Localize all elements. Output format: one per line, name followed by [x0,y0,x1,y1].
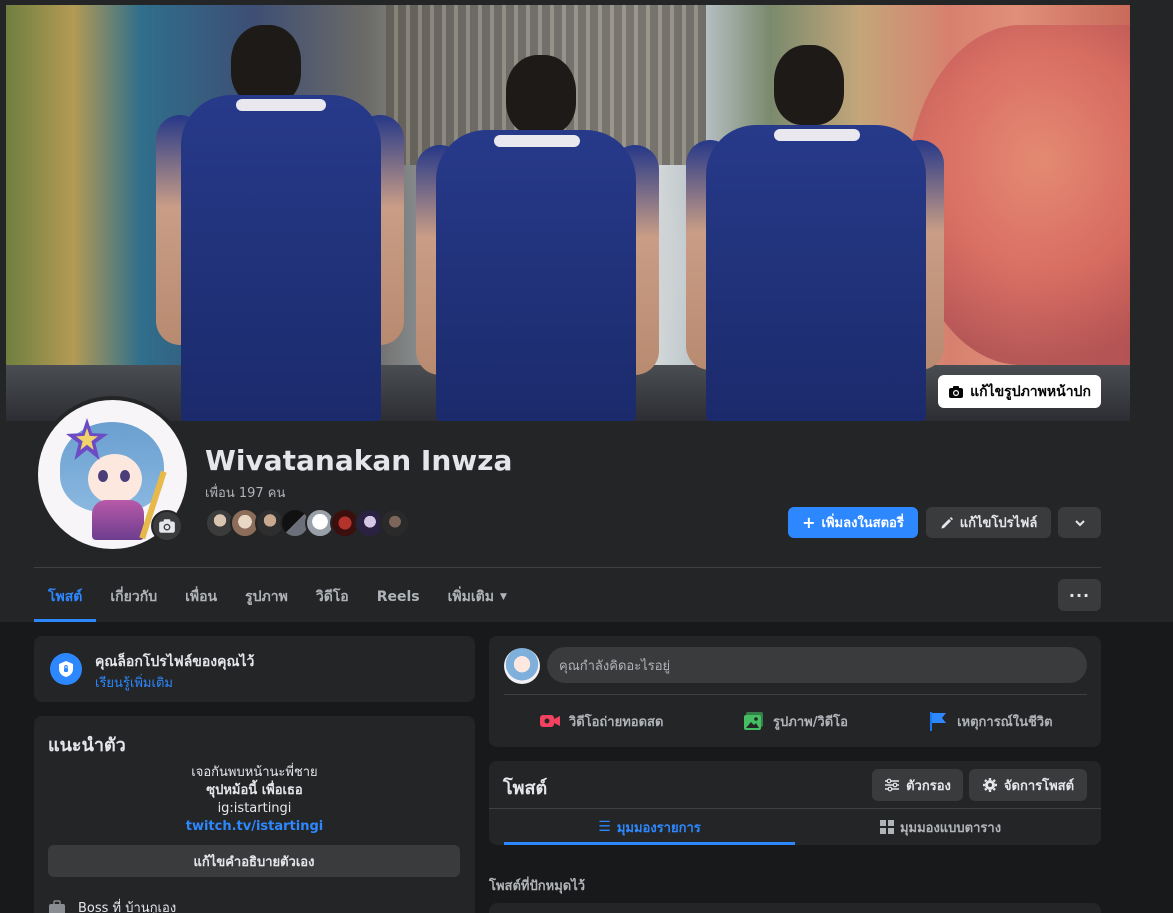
work-text: Boss ที่ บ้านกูเอง [78,901,177,913]
bio-line: ซุปหม้อนี้ เพื่อเธอ [206,783,303,798]
grid-view-label: มุมมองแบบตาราง [899,820,1002,836]
post-composer: คุณกำลังคิดอะไรอยู่ วิดีโอถ่ายทอดสด รูปภ… [489,636,1101,747]
edit-cover-photo-button[interactable]: แก้ไขรูปภาพหน้าปก [938,375,1101,408]
tab-label: วิดีโอ [315,589,349,605]
profile-name: Wivatanakan Inwza [205,444,513,477]
photo-video-label: รูปภาพ/วิดีโอ [773,714,848,730]
profile-lock-notice: คุณล็อกโปรไฟล์ของคุณไว้ เรียนรู้เพิ่มเติ… [34,636,475,702]
composer-avatar[interactable] [504,648,540,684]
edit-bio-button[interactable]: แก้ไขคำอธิบายตัวเอง [48,845,460,877]
briefcase-icon [49,899,65,913]
gear-icon [982,778,997,792]
tab-label: เพื่อน [185,589,218,605]
life-event-button[interactable]: เหตุการณ์ในชีวิต [893,703,1087,739]
intro-bio: เจอกันพบหน้านะพี่ชาย ซุปหม้อนี้ เพื่อเธอ… [48,764,461,836]
caret-down-icon: ▼ [499,592,507,602]
intro-card: แนะนำตัว เจอกันพบหน้านะพี่ชาย ซุปหม้อนี้… [34,716,475,913]
tab-label: Reels [376,589,420,605]
edit-profile-button[interactable]: แก้ไขโปรไฟล์ [926,507,1051,538]
grid-view-tab[interactable]: มุมมองแบบตาราง [795,809,1086,845]
camera-icon [159,519,175,533]
intro-work-item: Boss ที่ บ้านกูเอง [48,897,176,913]
tab-posts[interactable]: โพสต์ [34,572,97,622]
list-icon: ☰ [598,819,611,835]
profile-tabs: โพสต์ เกี่ยวกับ เพื่อน รูปภาพ วิดีโอ Ree… [34,572,521,622]
more-dots-icon: ··· [1068,585,1091,605]
tab-more[interactable]: เพิ่มเติม ▼ [434,572,521,622]
tab-reels[interactable]: Reels [363,572,434,622]
tab-friends[interactable]: เพื่อน [171,572,231,622]
posts-title: โพสต์ [503,778,548,799]
cover-person-left [156,15,416,421]
tabs-overflow-button[interactable]: ··· [1058,579,1101,611]
tab-label: รูปภาพ [245,589,288,605]
pinned-post-card [489,903,1101,913]
bio-line: เจอกันพบหน้านะพี่ชาย [191,765,318,780]
cover-person-middle [416,55,659,421]
profile-header: แก้ไขรูปภาพหน้าปก Wivatanakan Inwza เพื่… [0,0,1173,622]
composer-divider [504,694,1087,695]
life-event-label: เหตุการณ์ในชีวิต [957,714,1053,730]
profile-more-dropdown[interactable] [1058,507,1101,538]
live-video-button[interactable]: วิดีโอถ่ายทอดสด [504,703,698,739]
manage-posts-label: จัดการโพสต์ [1003,778,1075,794]
camera-icon [949,385,964,398]
live-video-icon [539,715,560,727]
tab-label: โพสต์ [48,589,83,605]
photo-video-button[interactable]: รูปภาพ/วิดีโอ [698,703,892,739]
learn-more-link[interactable]: เรียนรู้เพิ่มเติม [95,672,173,693]
friend-avatars [205,508,415,538]
bio-line: ig:istartingi [217,801,292,816]
add-to-story-button[interactable]: + เพิ่มลงในสตอรี่ [788,507,918,538]
list-view-tab[interactable]: ☰ มุมมองรายการ [504,809,795,845]
manage-posts-button[interactable]: จัดการโพสต์ [969,769,1087,801]
intro-title: แนะนำตัว [48,735,126,756]
filter-icon [885,778,900,792]
pencil-icon [941,516,953,528]
shield-lock-icon [50,653,82,685]
live-video-label: วิดีโอถ่ายทอดสด [568,714,664,730]
edit-profile-label: แก้ไขโปรไฟล์ [959,516,1038,531]
posts-card: โพสต์ ตัวกรอง จัดการโพสต์ ☰ มุมมองรายการ… [489,761,1101,845]
bio-link[interactable]: twitch.tv/istartingi [48,818,461,836]
lock-notice-title: คุณล็อกโปรไฟล์ของคุณไว้ [95,654,255,670]
posts-filter-label: ตัวกรอง [906,778,951,794]
friend-avatar[interactable] [380,508,410,538]
tab-about[interactable]: เกี่ยวกับ [96,572,171,622]
photo-icon [744,712,764,730]
cover-photo[interactable] [6,5,1130,421]
tab-videos[interactable]: วิดีโอ [302,572,363,622]
cover-person-right [686,45,946,421]
list-view-label: มุมมองรายการ [616,820,701,836]
add-to-story-label: เพิ่มลงในสตอรี่ [821,516,904,531]
grid-icon [879,820,894,834]
tab-photos[interactable]: รูปภาพ [231,572,302,622]
header-divider [34,567,1101,568]
tab-label: เพิ่มเติม [447,589,494,605]
tab-label: เกี่ยวกับ [110,589,158,605]
composer-input[interactable]: คุณกำลังคิดอะไรอยู่ [547,647,1087,683]
plus-icon: + [802,512,816,532]
pinned-posts-label: โพสต์ที่ปักหมุดไว้ [489,879,586,894]
posts-filter-button[interactable]: ตัวกรอง [872,769,963,801]
composer-actions: วิดีโอถ่ายทอดสด รูปภาพ/วิดีโอ เหตุการณ์ใ… [504,703,1087,739]
friend-count[interactable]: เพื่อน 197 คน [205,482,285,503]
edit-cover-label: แก้ไขรูปภาพหน้าปก [970,383,1091,400]
chevron-down-icon [1074,519,1085,526]
flag-icon [930,712,947,731]
update-avatar-button[interactable] [151,510,183,542]
